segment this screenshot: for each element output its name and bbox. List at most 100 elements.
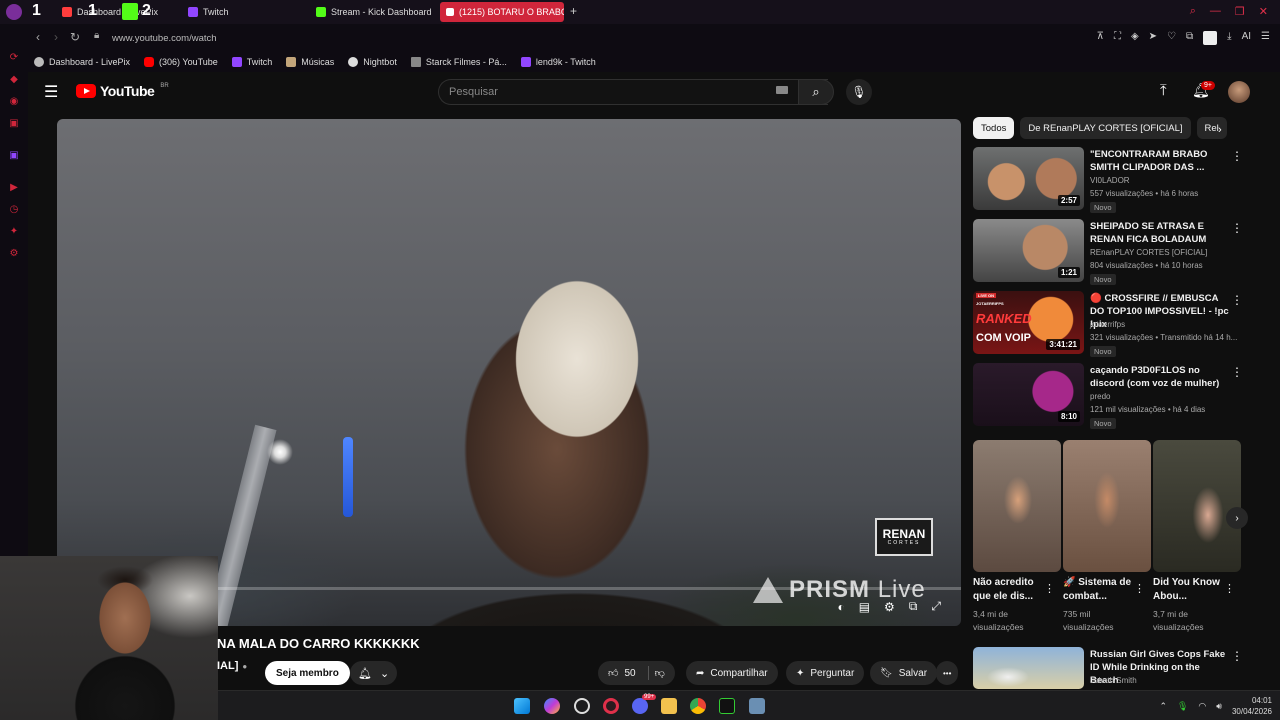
more-actions-button[interactable]: ••• [936,661,959,685]
new-badge: Novo [1090,202,1116,213]
download-icon[interactable]: ⤓ [1227,31,1231,45]
twitch-sidebar-icon[interactable]: ▣ [8,150,20,162]
extensions-icon[interactable]: ✦ [8,226,20,238]
recommendation-item[interactable]: 2:57 "ENCONTRARAM BRABO SMITH CLIPADOR D… [973,147,1253,213]
settings-icon[interactable]: ⚙ [8,248,20,260]
search-button[interactable]: ⌕ [798,79,834,105]
channel-name[interactable]: IAL] ● [217,660,247,672]
windows-start-icon[interactable] [514,698,530,714]
menu-icon[interactable]: ☰ [1261,31,1270,45]
profile-icon[interactable] [1203,31,1218,45]
maximize-icon[interactable]: ❐ [1235,5,1245,18]
settings-gear-icon[interactable]: ⚙ [884,600,895,614]
discord-icon[interactable] [632,698,648,714]
more-vertical-icon[interactable]: ⋮ [1231,221,1243,235]
chrome-icon[interactable] [690,698,706,714]
recommendation-item[interactable]: 1:21 SHEIPADO SE ATRASA E RENAN FICA BOL… [973,219,1253,285]
chip-all[interactable]: Todos [973,117,1015,139]
fullscreen-icon[interactable]: ⤢ [931,599,941,614]
tab-youtube-active[interactable]: (1215) BOTARU O BRABO [440,2,564,22]
instagram-icon[interactable]: ▣ [8,118,20,130]
more-vertical-icon[interactable]: ⋮ [1231,293,1243,307]
subscription-bell-button[interactable]: 🔔︎ ⌄ [350,661,398,685]
video-player[interactable]: RENAN CORTES PRISM Live ◐ ▤ ⚙ ⧉ ⤢ [57,119,961,626]
heart-icon[interactable]: ♡ [1167,31,1176,45]
subtitles-icon[interactable]: ▤ [859,600,870,614]
join-member-button[interactable]: Seja membro [265,661,350,685]
minimize-icon[interactable]: — [1210,5,1221,18]
bookmark-item[interactable]: (306) YouTube [144,57,218,67]
shield-icon[interactable]: ◈ [1131,31,1139,45]
copilot-icon[interactable] [544,698,560,714]
more-vertical-icon[interactable]: ⋮ [1231,649,1243,663]
new-tab-button[interactable]: + [570,4,577,18]
chip-related[interactable]: Rel [1196,117,1227,139]
forward-icon[interactable]: › [54,30,58,44]
close-icon[interactable]: ✕ [1259,5,1268,18]
messenger-icon[interactable]: ◉ [8,96,20,108]
voice-search-button[interactable]: 🎙︎ [846,79,872,105]
app-icon[interactable] [749,698,765,714]
network-icon[interactable]: ◠ [1198,701,1206,712]
youtube-icon [144,57,155,67]
tab-livepix[interactable]: Dashboard - LivePix [56,2,180,22]
youtube-logo[interactable]: YouTube BR [76,83,169,99]
short-thumbnail[interactable] [1063,440,1151,572]
chevron-right-icon[interactable]: › [1218,124,1222,136]
more-vertical-icon[interactable]: ⋮ [1224,582,1235,595]
aria-ai-button[interactable]: AI [1242,31,1251,45]
shorts-next-button[interactable]: › [1226,507,1248,529]
reload-icon[interactable]: ↻ [70,30,80,44]
recommendation-item[interactable]: 8:10 caçando P3D0F1LOS no discord (com v… [973,363,1253,429]
save-button[interactable]: 🔖︎ Salvar [870,661,938,685]
chatgpt-icon[interactable] [574,698,590,714]
user-avatar[interactable] [1228,81,1250,103]
like-button[interactable]: 👍︎ 50 👎︎ [598,661,675,685]
share-button[interactable]: ➦ Compartilhar [686,661,778,685]
upload-icon[interactable]: ⤒ [1160,82,1167,99]
flow-icon[interactable]: ⟳ [8,52,20,64]
bookmark-item[interactable]: Dashboard - LivePix [34,57,130,67]
snapshot-icon[interactable]: ⛶ [1114,31,1121,45]
hamburger-menu-icon[interactable]: ☰ [44,82,58,102]
bookmark-item[interactable]: lend9k - Twitch [520,57,596,67]
send-icon[interactable]: ➤ [1149,31,1157,45]
twitch-icon [188,7,198,17]
opera-logo-icon[interactable] [6,4,22,20]
bag-icon[interactable]: ◆ [8,74,20,86]
search-tabs-icon[interactable]: ⌕ [1190,5,1196,18]
miniplayer-icon[interactable]: ⧉ [909,599,918,614]
more-vertical-icon[interactable]: ⋮ [1044,582,1055,595]
file-explorer-icon[interactable] [661,698,677,714]
short-thumbnail[interactable] [1153,440,1241,572]
microphone-tray-icon[interactable]: 🎙︎ [1177,701,1188,712]
volume-icon[interactable]: 🔊︎ [1216,701,1222,712]
back-icon[interactable]: ‹ [36,30,40,44]
keyboard-icon[interactable] [776,86,788,94]
clock[interactable]: 04:01 30/04/2026 [1232,695,1272,717]
bookmark-item[interactable]: Starck Filmes - Pá... [410,57,507,67]
bookmark-item[interactable]: Twitch [231,57,272,67]
more-vertical-icon[interactable]: ⋮ [1134,582,1145,595]
thumbs-down-icon[interactable]: 👎︎ [655,667,665,679]
more-vertical-icon[interactable]: ⋮ [1231,149,1243,163]
bookmark-item[interactable]: Nightbot [348,57,397,67]
player-icon[interactable]: ▶ [8,182,20,194]
history-icon[interactable]: ◷ [8,204,20,216]
terminal-icon[interactable] [719,698,735,714]
tab-twitch[interactable]: Twitch [182,2,302,22]
extension-icon[interactable]: ⧉ [1186,31,1193,45]
autoplay-toggle-icon[interactable]: ◐ [837,600,844,614]
url-field[interactable]: www.youtube.com/watch [112,33,217,44]
opera-icon[interactable] [603,698,619,714]
pin-icon[interactable]: ⊼ [1097,31,1104,45]
tab-kick-dashboard[interactable]: Stream - Kick Dashboard [310,2,434,22]
bookmark-item[interactable]: Músicas [286,57,334,67]
chevron-up-icon[interactable]: ⌃ [1159,701,1167,712]
chip-channel[interactable]: De REnanPLAY CORTES [OFICIAL] [1020,117,1191,139]
more-vertical-icon[interactable]: ⋮ [1231,365,1243,379]
search-input[interactable]: Pesquisar [438,79,828,105]
ask-button[interactable]: ✦ Perguntar [786,661,865,685]
short-thumbnail[interactable] [973,440,1061,572]
recommendation-item[interactable]: LIVE ON JOTAERRIFPS RANKED COM VOIP 3:41… [973,291,1253,357]
